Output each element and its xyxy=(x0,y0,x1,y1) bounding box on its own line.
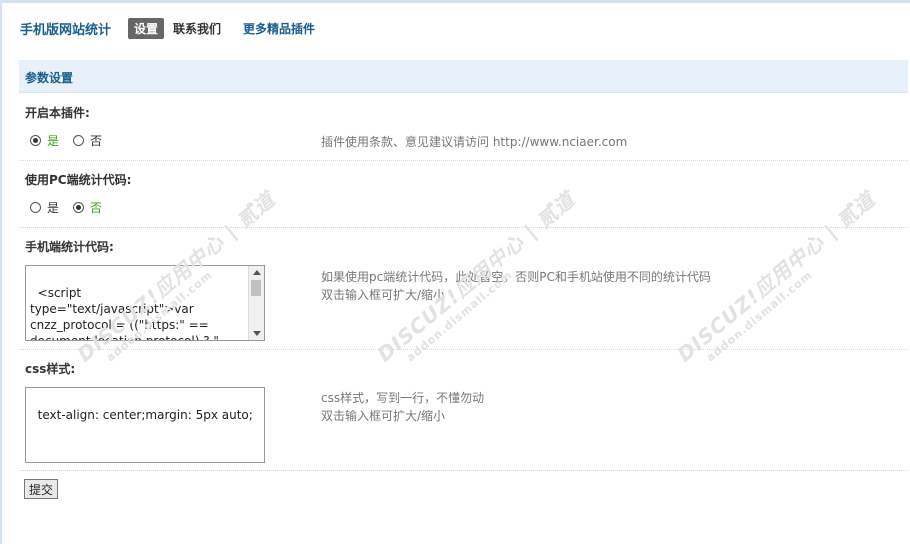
enable-plugin-label: 开启本插件: xyxy=(25,106,90,120)
tab-settings[interactable]: 设置 xyxy=(128,17,165,39)
use-pc-code-no-radio[interactable] xyxy=(73,202,85,213)
left-border xyxy=(0,0,2,544)
mobile-code-value: <script type="text/javascript">var cnzz_… xyxy=(30,286,219,341)
mobile-code-label: 手机端统计代码: xyxy=(25,240,114,254)
css-style-comment: css样式，写到一行，不懂勿动 双击输入框可扩大/缩小 xyxy=(321,389,484,425)
textarea-scrollbar[interactable] xyxy=(248,266,264,340)
scroll-up-icon[interactable] xyxy=(253,270,261,275)
enable-plugin-no-radio[interactable] xyxy=(73,135,85,146)
more-plugins-link[interactable]: 更多精品插件 xyxy=(243,20,315,37)
use-pc-code-yes-radio[interactable] xyxy=(30,202,41,213)
scroll-thumb[interactable] xyxy=(251,280,261,296)
divider xyxy=(19,349,908,350)
tab-contact[interactable]: 联系我们 xyxy=(173,20,221,37)
css-style-comment-line2: 双击输入框可扩大/缩小 xyxy=(321,409,446,423)
scroll-down-icon[interactable] xyxy=(253,331,261,336)
plugin-title[interactable]: 手机版网站统计 xyxy=(20,19,111,38)
enable-plugin-yes-label[interactable]: 是 xyxy=(47,132,59,149)
section-title: 参数设置 xyxy=(25,71,74,85)
submit-button[interactable]: 提交 xyxy=(24,479,58,499)
use-pc-code-yes-label[interactable]: 是 xyxy=(47,199,59,216)
section-header: 参数设置 xyxy=(19,60,908,93)
divider xyxy=(19,470,908,471)
css-style-comment-line1: css样式，写到一行，不懂勿动 xyxy=(321,391,485,405)
mobile-code-comment-line2: 双击输入框可扩大/缩小 xyxy=(321,288,446,302)
mobile-code-comment-line1: 如果使用pc端统计代码，此处留空，否则PC和手机站使用不同的统计代码 xyxy=(321,270,711,284)
mobile-code-comment: 如果使用pc端统计代码，此处留空，否则PC和手机站使用不同的统计代码 双击输入框… xyxy=(321,268,711,304)
use-pc-code-no-label[interactable]: 否 xyxy=(90,199,102,216)
enable-plugin-comment: 插件使用条款、意见建议请访问 http://www.nciaer.com xyxy=(321,135,628,149)
top-nav: 手机版网站统计 设置 联系我们 更多精品插件 xyxy=(20,17,315,39)
css-style-label: css样式: xyxy=(25,362,76,376)
mobile-code-textarea[interactable]: <script type="text/javascript">var cnzz_… xyxy=(25,265,265,341)
divider xyxy=(19,227,908,228)
use-pc-code-radios: 是 否 xyxy=(30,199,116,216)
use-pc-code-label: 使用PC端统计代码: xyxy=(25,173,132,187)
divider xyxy=(19,160,908,161)
enable-plugin-radios: 是 否 xyxy=(30,132,116,149)
css-style-textarea[interactable]: text-align: center;margin: 5px auto; xyxy=(25,387,265,463)
top-border xyxy=(0,0,910,3)
enable-plugin-no-label[interactable]: 否 xyxy=(90,132,102,149)
css-style-value: text-align: center;margin: 5px auto; xyxy=(37,408,253,422)
enable-plugin-yes-radio[interactable] xyxy=(30,135,41,146)
